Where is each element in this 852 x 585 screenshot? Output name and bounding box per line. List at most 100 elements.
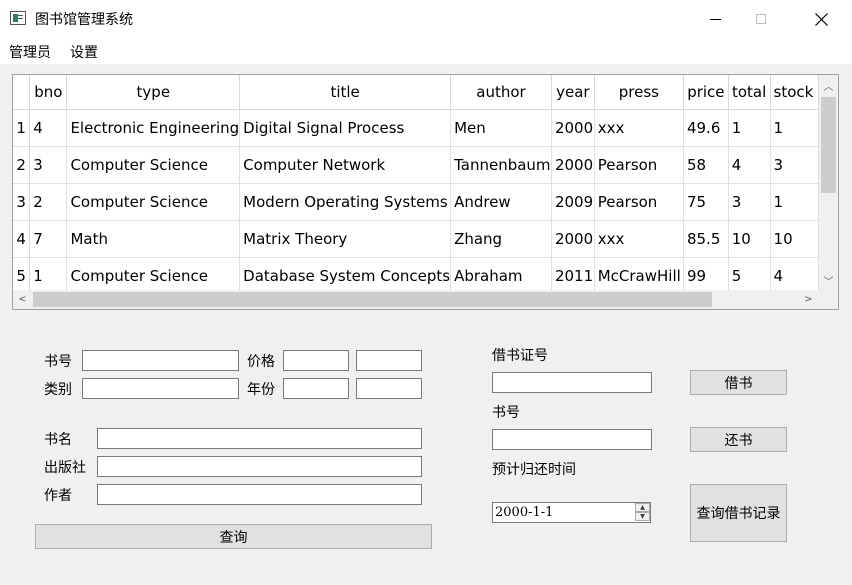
table-cell[interactable]: Tannenbaum [450, 146, 552, 184]
table-cell[interactable]: 1 [29, 257, 68, 290]
horizontal-scroll-thumb[interactable] [33, 292, 712, 307]
title-input[interactable] [97, 428, 422, 449]
author-input[interactable] [97, 484, 422, 505]
table-cell[interactable]: 3 [770, 146, 819, 184]
scroll-up-icon[interactable]: ︿ [819, 75, 838, 95]
table-cell[interactable]: 2000 [551, 109, 595, 147]
table-row[interactable]: 3 2 Computer Science Modern Operating Syste… [13, 183, 819, 221]
table-cell[interactable]: Digital Signal Process [239, 109, 452, 147]
table-cell[interactable]: 2009 [551, 183, 595, 221]
column-header[interactable]: author [450, 75, 552, 110]
book-no-input[interactable] [82, 350, 239, 371]
scroll-left-icon[interactable]: < [13, 290, 32, 309]
scroll-down-icon[interactable]: ﹀ [819, 270, 838, 290]
horizontal-scrollbar[interactable]: < > [13, 290, 819, 309]
table-cell[interactable]: Math [66, 220, 241, 258]
table-cell[interactable]: Zhang [450, 220, 552, 258]
table-cell[interactable]: 2 [29, 183, 68, 221]
row-header[interactable]: 1 [13, 109, 31, 147]
table-cell[interactable]: 10 [770, 220, 819, 258]
table-cell[interactable]: Computer Network [239, 146, 452, 184]
menu-settings[interactable]: 设置 [70, 42, 98, 62]
table-cell[interactable]: Computer Science [66, 257, 241, 290]
table-cell[interactable]: 99 [683, 257, 729, 290]
vertical-scroll-thumb[interactable] [821, 97, 836, 193]
press-input[interactable] [97, 456, 422, 477]
due-date-edit[interactable]: 2000-1-1 [492, 502, 651, 523]
table-row[interactable]: 1 4 Electronic Engineering Digital Signal P… [13, 109, 819, 147]
price-min-input[interactable] [283, 350, 349, 371]
column-header[interactable]: year [551, 75, 595, 110]
table-cell[interactable]: Men [450, 109, 552, 147]
column-header[interactable]: price [683, 75, 729, 110]
borrow-records-button[interactable]: 查询借书记录 [690, 484, 787, 542]
table-cell[interactable]: 7 [29, 220, 68, 258]
column-header[interactable]: total [728, 75, 771, 110]
spin-up-icon[interactable]: ▲ [635, 503, 650, 512]
borrow-button[interactable]: 借书 [690, 370, 787, 395]
table-cell[interactable]: xxx [594, 220, 684, 258]
table-cell[interactable]: 58 [683, 146, 729, 184]
table-cell[interactable]: 4 [29, 109, 68, 147]
table-cell[interactable]: Computer Science [66, 146, 241, 184]
table-cell[interactable]: 85.5 [683, 220, 729, 258]
table-cell[interactable]: 49.6 [683, 109, 729, 147]
row-header[interactable]: 5 [13, 257, 31, 290]
scroll-right-icon[interactable]: > [799, 290, 818, 309]
table-cell[interactable]: 75 [683, 183, 729, 221]
minimize-button[interactable] [692, 0, 738, 38]
column-header[interactable]: press [594, 75, 684, 110]
table-row[interactable]: 4 7 Math Matrix Theory Zhang 2000 xxx 85.5 10 10 [13, 220, 819, 258]
table-cell[interactable]: 4 [770, 257, 819, 290]
books-table: bno type title author year press price t… [12, 74, 839, 310]
table-cell[interactable]: Matrix Theory [239, 220, 452, 258]
table-cell[interactable]: Abraham [450, 257, 552, 290]
table-cell[interactable]: Computer Science [66, 183, 241, 221]
table-cell[interactable]: xxx [594, 109, 684, 147]
spin-down-icon[interactable]: ▼ [635, 512, 650, 521]
table-cell[interactable]: 2000 [551, 220, 595, 258]
row-header[interactable]: 4 [13, 220, 31, 258]
table-row[interactable]: 2 3 Computer Science Computer Network Tannen… [13, 146, 819, 184]
vertical-scrollbar[interactable]: ︿ ﹀ [819, 75, 838, 290]
row-header[interactable]: 2 [13, 146, 31, 184]
table-cell[interactable]: Pearson [594, 146, 684, 184]
column-header[interactable]: stock [770, 75, 819, 110]
maximize-button[interactable] [738, 0, 784, 38]
table-cell[interactable]: 1 [770, 109, 819, 147]
table-cell[interactable]: Andrew [450, 183, 552, 221]
table-cell[interactable]: 1 [770, 183, 819, 221]
borrow-book-no-input[interactable] [492, 429, 652, 450]
table-row[interactable]: 5 1 Computer Science Database System Concep… [13, 257, 819, 290]
table-cell[interactable]: Pearson [594, 183, 684, 221]
menu-admin[interactable]: 管理员 [9, 42, 51, 62]
table-cell[interactable]: 4 [728, 146, 771, 184]
return-button[interactable]: 还书 [690, 427, 787, 452]
query-button[interactable]: 查询 [35, 524, 432, 549]
table-corner[interactable] [13, 75, 31, 110]
table-cell[interactable]: 1 [728, 109, 771, 147]
table-cell[interactable]: Electronic Engineering [66, 109, 241, 147]
row-header[interactable]: 3 [13, 183, 31, 221]
table-cell[interactable]: McCrawHill [594, 257, 684, 290]
table-cell[interactable]: 2000 [551, 146, 595, 184]
type-input[interactable] [82, 378, 239, 399]
table-cell[interactable]: 10 [728, 220, 771, 258]
table-cell[interactable]: 3 [29, 146, 68, 184]
date-spinner[interactable]: ▲ ▼ [635, 503, 650, 522]
table-cell[interactable]: 2011 [551, 257, 595, 290]
price-max-input[interactable] [356, 350, 422, 371]
column-header[interactable]: type [66, 75, 241, 110]
table-cell[interactable]: 3 [728, 183, 771, 221]
table-cell[interactable]: 5 [728, 257, 771, 290]
borrow-book-no-label: 书号 [492, 405, 520, 421]
column-header[interactable]: title [239, 75, 452, 110]
close-icon [814, 12, 828, 26]
table-cell[interactable]: Modern Operating Systems [239, 183, 452, 221]
year-min-input[interactable] [283, 378, 349, 399]
column-header[interactable]: bno [29, 75, 68, 110]
year-max-input[interactable] [356, 378, 422, 399]
card-no-input[interactable] [492, 372, 652, 393]
close-button[interactable] [798, 0, 844, 38]
table-cell[interactable]: Database System Concepts [239, 257, 452, 290]
